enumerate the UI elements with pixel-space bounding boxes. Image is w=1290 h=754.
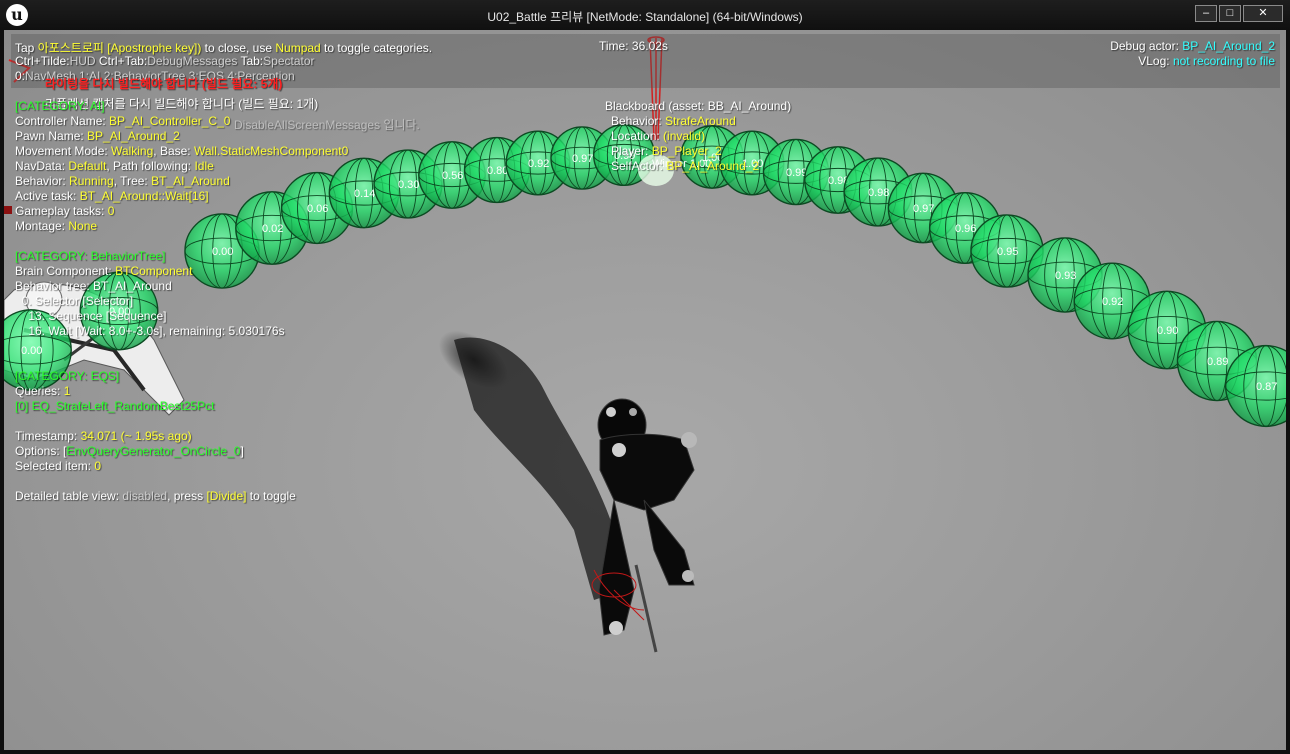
minimize-button[interactable]: – [1195,5,1217,22]
eqs-queries: Queries: 1 [15,384,71,398]
debug-actor-readout: Debug actor: BP_AI_Around_2 [1110,39,1275,53]
eqs-sphere-score: 0.56 [442,170,463,182]
bt-node-selector: 0. Selector [Selector] [15,294,134,308]
window-titlebar[interactable]: u U02_Battle 프리뷰 [NetMode: Standalone] (… [0,0,1290,30]
blackboard-header: Blackboard (asset: BB_AI_Around) [605,99,792,113]
eqs-sphere-score: 0.98 [868,187,889,199]
eqs-selected-item: Selected item: 0 [15,459,102,473]
controller-name: Controller Name: BP_AI_Controller_C_0 [15,114,231,128]
eqs-sphere-score: 0.93 [1055,270,1076,282]
gameplay-tasks: Gameplay tasks: 0 [15,204,115,218]
close-button[interactable]: ✕ [1243,5,1283,22]
eqs-category-header: [CATEGORY: EQS] [15,369,120,383]
eqs-sphere-score: 0.14 [354,188,375,200]
eqs-sphere-score: 0.06 [307,203,328,215]
eqs-sphere-score: 0.02 [262,223,283,235]
blackboard-selfactor: SelfActor: BP_AI_Around_2 [611,159,760,173]
eqs-sphere-score: 0.95 [997,246,1018,258]
eqs-sphere-score: 0.00 [21,345,42,357]
brain-component: Brain Component: BTComponent [15,264,193,278]
disable-messages-note: DisableAllScreenMessages 입니다. [234,118,420,132]
eqs-sphere-score: 0.89 [1207,356,1228,368]
eqs-sphere-score: 0.30 [398,179,419,191]
eqs-options: Options: [EnvQueryGenerator_OnCircle_0] [15,444,244,458]
character-shadow [438,330,624,600]
eqs-sphere-score: 0.92 [528,158,549,170]
detailed-table-toggle: Detailed table view: disabled, press [Di… [15,489,296,503]
montage: Montage: None [15,219,98,233]
header-line-2: Ctrl+Tilde:HUD Ctrl+Tab:DebugMessages Ta… [15,54,315,68]
blackboard-location: Location: (invalid) [611,129,706,143]
eqs-sphere-score: 0.00 [212,246,233,258]
eqs-sphere-score: 0.90 [1157,325,1178,337]
bt-node-sequence: 13. Sequence [Sequence] [15,309,167,323]
blackboard-player: Player: BP_Player_2 [611,144,722,158]
eqs-sphere-score: 0.97 [913,203,934,215]
eqs-query-name: [0] EQ_StrafeLeft_RandomBest25Pct [15,399,215,413]
movement-mode: Movement Mode: Walking, Base: Wall.Stati… [15,144,349,158]
bt-category-header: [CATEGORY: BehaviorTree] [15,249,166,263]
vlog-readout: VLog: not recording to file [1138,54,1275,68]
maximize-button[interactable]: □ [1219,5,1241,22]
lighting-rebuild-warning: 라이팅을 다시 빌드해야 합니다 (빌드 필요: 5개) [45,77,283,91]
edge-marker [4,206,12,214]
navdata: NavData: Default, Path following: Idle [15,159,214,173]
eqs-sphere-score: 0.96 [955,223,976,235]
behavior-status: Behavior: Running, Tree: BT_AI_Around [15,174,230,188]
ai-category-header: [CATEGORY: AI] [15,99,105,113]
eqs-sphere-score: 0.80 [487,165,508,177]
window-title: U02_Battle 프리뷰 [NetMode: Standalone] (64… [487,10,803,24]
eqs-timestamp: Timestamp: 34.071 (~ 1.95s ago) [15,429,192,443]
eqs-sphere-score: 0.92 [1102,296,1123,308]
behavior-tree-name: Behavior tree: BT_AI_Around [15,279,172,293]
eqs-sphere-score: 0.97 [572,153,593,165]
bt-node-wait: 16. Wait [Wait: 8.0+-3.0s], remaining: 5… [15,324,285,338]
active-task: Active task: BT_AI_Around::Wait[16] [15,189,209,203]
eqs-sphere-score: 0.87 [1256,381,1277,393]
blackboard-behavior: Behavior: StrafeAround [611,114,736,128]
pawn-name: Pawn Name: BP_AI_Around_2 [15,129,180,143]
time-readout: Time: 36.02s [599,39,668,53]
game-viewport[interactable]: 0.00 0.00 0.00 0.02 0.06 0.14 0.30 0.56 0.80 0.92… [4,30,1286,750]
